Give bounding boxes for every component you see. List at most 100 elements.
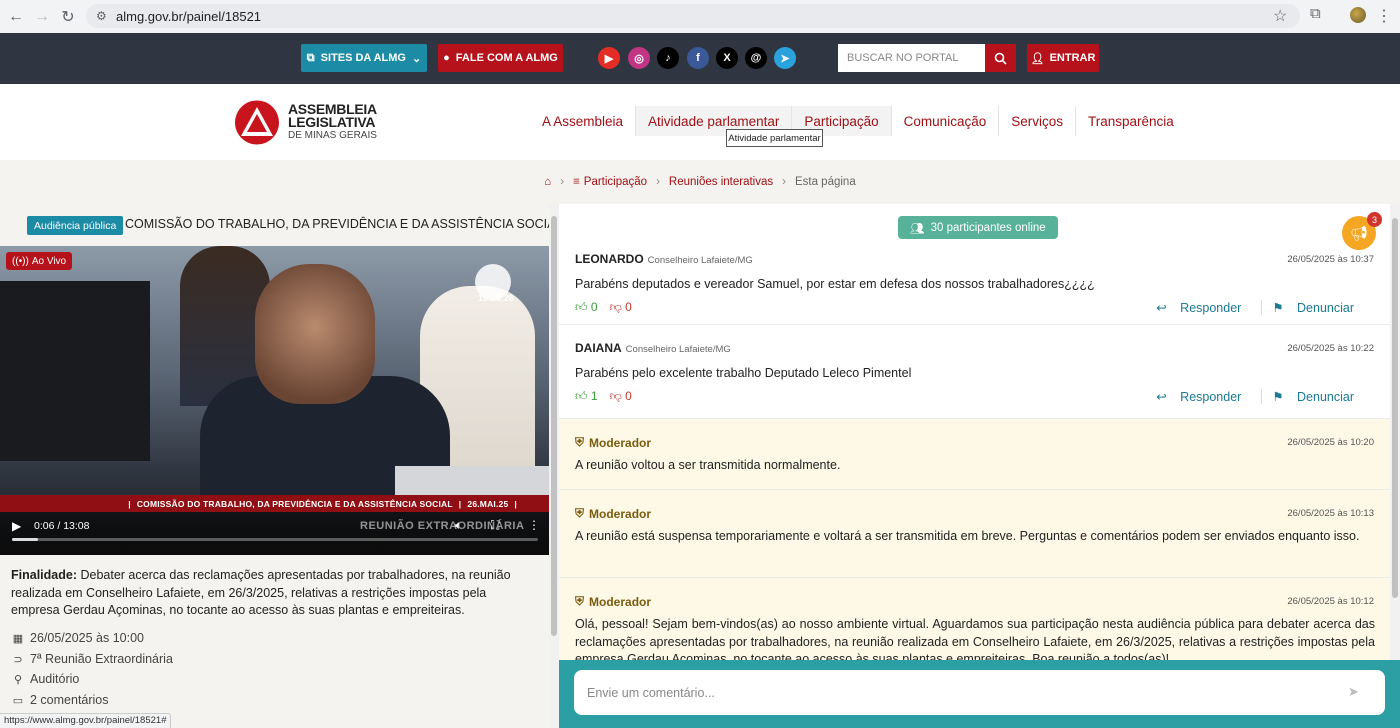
site-header: ASSEMBLEIA LEGISLATIVA DE MINAS GERAIS A … <box>0 84 1400 160</box>
reload-icon[interactable]: ↻ <box>55 4 81 30</box>
player-progress-bar[interactable] <box>12 538 538 541</box>
volume-icon[interactable]: 🔈︎ <box>455 518 462 533</box>
nav-assembleia[interactable]: A Assembleia <box>530 106 635 136</box>
extensions-icon[interactable]: ⧉ <box>1310 5 1321 22</box>
logo-text: ASSEMBLEIA LEGISLATIVA <box>288 102 377 129</box>
entrar-button[interactable]: 👤︎ ENTRAR <box>1027 44 1099 72</box>
send-icon[interactable]: ➤ <box>1348 684 1359 700</box>
nav-comunicacao[interactable]: Comunicação <box>890 106 999 136</box>
menu-icon: ≡ <box>573 176 580 188</box>
message-date: 26/05/2025 às 10:12 <box>1287 596 1374 607</box>
breadcrumb-separator: › <box>782 176 786 188</box>
message-date: 26/05/2025 às 10:13 <box>1287 508 1374 519</box>
finalidade-body: Debater acerca das reclamações apresenta… <box>11 568 511 617</box>
sites-almg-button[interactable]: ⧉ SITES DA ALMG ⌄ <box>301 44 427 72</box>
left-scrollbar-thumb[interactable] <box>551 216 557 636</box>
youtube-icon[interactable]: ▶ <box>598 47 620 69</box>
message-actions: ↩ Responder ⚑ Denunciar <box>1146 389 1374 404</box>
notification-count: 3 <box>1367 212 1382 227</box>
site-info-icon[interactable]: ⚙ <box>96 9 107 23</box>
like-button[interactable]: 👍︎ 1 <box>575 389 598 404</box>
message-actions: ↩ Responder ⚑ Denunciar <box>1146 300 1374 315</box>
session-meeting: ⊃ 7ª Reunião Extraordinária <box>11 652 173 666</box>
left-scrollbar[interactable] <box>549 204 559 728</box>
nav-servicos[interactable]: Serviços <box>998 106 1075 136</box>
author-name: DAIANA <box>575 341 622 355</box>
player-menu-icon[interactable]: ⋮ <box>528 518 540 532</box>
fullscreen-icon[interactable]: ⛶ <box>491 518 499 533</box>
moderator-shield-icon: ⛨ <box>575 506 585 520</box>
report-button[interactable]: ⚑ Denunciar <box>1261 300 1374 315</box>
sites-almg-label: SITES DA ALMG <box>320 52 406 64</box>
broadcast-icon: ((•)) <box>12 255 29 267</box>
video-scene-speaker <box>255 264 375 404</box>
reply-button[interactable]: ↩ Responder <box>1146 300 1261 315</box>
reply-label: Responder <box>1180 390 1242 404</box>
moderator-shield-icon: ⛨ <box>575 594 585 608</box>
status-url: https://www.almg.gov.br/painel/18521# <box>0 713 172 728</box>
session-comments: ▭ 2 comentários <box>11 693 109 707</box>
session-location-text: Auditório <box>30 672 80 686</box>
chat-scrollbar-thumb[interactable] <box>1392 218 1398 598</box>
player-overlay-title: REUNIÃO EXTRAORDINÁRIA <box>360 520 525 532</box>
browser-menu-icon[interactable]: ⋮ <box>1376 6 1392 26</box>
entrar-label: ENTRAR <box>1049 52 1096 64</box>
search-input[interactable]: BUSCAR NO PORTAL <box>838 44 986 72</box>
dislike-count: 0 <box>625 300 632 314</box>
report-label: Denunciar <box>1297 301 1354 315</box>
user-icon: 👤︎ <box>1030 52 1045 65</box>
play-icon[interactable]: ▶ <box>12 519 21 533</box>
home-icon[interactable]: ⌂ <box>544 176 551 188</box>
main-nav: A Assembleia Atividade parlamentar Parti… <box>530 106 1186 136</box>
tiktok-icon[interactable]: ♪ <box>657 47 679 69</box>
profile-avatar[interactable] <box>1350 7 1366 23</box>
nav-transparencia[interactable]: Transparência <box>1074 106 1186 136</box>
video-player[interactable]: ((•)) Ao Vivo 10:25:28 | COMISSÃO DO TRAB… <box>0 246 549 555</box>
facebook-icon[interactable]: f <box>687 47 709 69</box>
breadcrumb-separator: › <box>656 176 660 188</box>
comment-composer: Envie um comentário... ➤ <box>559 660 1400 728</box>
session-datetime: ▦ 26/05/2025 às 10:00 <box>11 631 144 645</box>
bookmark-star-icon[interactable]: ☆ <box>1273 6 1287 26</box>
users-icon: 👥︎ <box>910 222 925 235</box>
back-icon[interactable]: ← <box>3 4 29 30</box>
author-name: Moderador <box>589 435 652 450</box>
chat-scrollbar[interactable] <box>1390 204 1400 664</box>
fale-com-almg-button[interactable]: ● FALE COM A ALMG <box>438 44 563 72</box>
breadcrumb-participacao[interactable]: Participação <box>584 176 647 188</box>
live-badge: ((•)) Ao Vivo <box>6 252 73 270</box>
almg-logo[interactable]: ASSEMBLEIA LEGISLATIVA DE MINAS GERAIS <box>231 100 381 145</box>
breadcrumb-separator: › <box>560 176 565 188</box>
forward-icon[interactable]: → <box>29 4 55 30</box>
instagram-icon[interactable]: ◎ <box>628 47 650 69</box>
message-author: DAIANA Conselheiro Lafaiete/MG <box>575 341 731 355</box>
finalidade-label: Finalidade: <box>11 568 77 582</box>
nav-tooltip: Atividade parlamentar <box>726 129 823 147</box>
like-count: 0 <box>590 300 598 314</box>
fale-label: FALE COM A ALMG <box>455 52 558 64</box>
location-pin-icon: ⚲ <box>13 673 23 686</box>
session-datetime-text: 26/05/2025 às 10:00 <box>30 631 144 645</box>
dislike-button[interactable]: 👎︎ 0 <box>610 389 632 404</box>
player-progress-fill <box>12 538 39 541</box>
comment-input[interactable]: Envie um comentário... <box>574 670 1385 715</box>
message-text: A reunião está suspensa temporariamente … <box>575 529 1360 543</box>
moderator-message: ⛨ Moderador 26/05/2025 às 10:13 A reunião… <box>559 490 1390 578</box>
message-author: ⛨ Moderador <box>575 435 651 450</box>
reply-button[interactable]: ↩ Responder <box>1146 389 1261 404</box>
report-button[interactable]: ⚑ Denunciar <box>1261 389 1374 404</box>
logo-subtext: DE MINAS GERAIS <box>288 130 377 141</box>
address-bar[interactable]: ⚙ almg.gov.br/painel/18521 <box>86 4 1300 28</box>
breadcrumb-reunioes[interactable]: Reuniões interativas <box>669 176 773 188</box>
author-name: LEONARDO <box>575 252 644 266</box>
dislike-button[interactable]: 👎︎ 0 <box>610 300 632 315</box>
online-count: 30 participantes online <box>930 221 1046 234</box>
x-icon[interactable]: X <box>716 47 738 69</box>
search-button[interactable] <box>985 44 1016 72</box>
like-button[interactable]: 👍︎ 0 <box>575 300 598 315</box>
threads-icon[interactable]: @ <box>745 47 767 69</box>
video-lower-third: | COMISSÃO DO TRABALHO, DA PREVIDÊNCIA E… <box>0 495 549 512</box>
breadcrumb: ⌂ › ≡ Participação › Reuniões interativa… <box>0 160 1400 204</box>
telegram-icon[interactable]: ➤ <box>774 47 796 69</box>
report-label: Denunciar <box>1297 390 1354 404</box>
